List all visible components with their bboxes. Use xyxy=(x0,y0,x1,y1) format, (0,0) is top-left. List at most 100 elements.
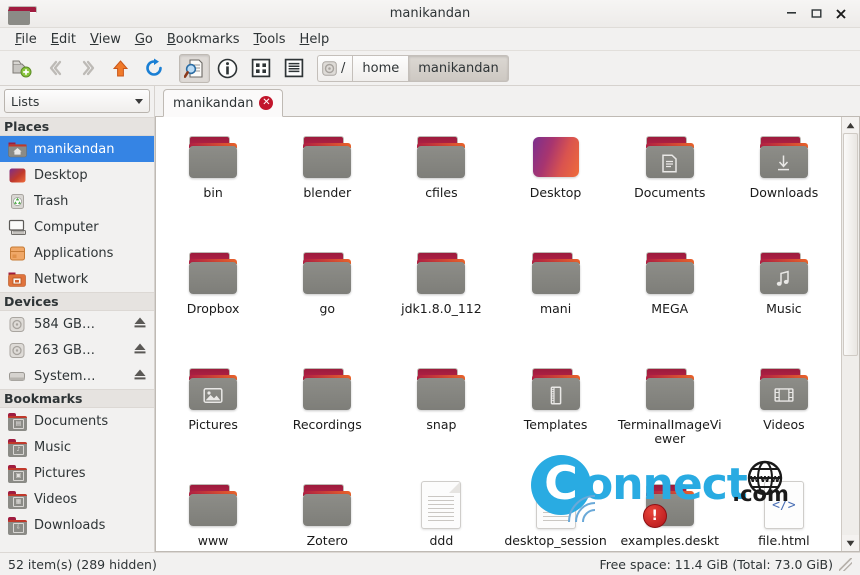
file-view-wrapper: bin blender cfiles Desktop Documents Dow… xyxy=(155,117,860,552)
icon-view-icon[interactable] xyxy=(245,54,276,83)
sidebar-item-computer[interactable]: Computer xyxy=(0,214,154,240)
title-bar: manikandan xyxy=(0,0,860,28)
sidebar-item-label: Pictures xyxy=(34,465,86,481)
scrollbar-track[interactable] xyxy=(842,133,859,535)
eject-icon[interactable] xyxy=(133,316,147,333)
resize-grip[interactable] xyxy=(839,557,852,571)
file-item[interactable]: go xyxy=(270,241,384,357)
sidebar-group-places: Places xyxy=(0,117,154,136)
reload-icon[interactable] xyxy=(138,54,169,83)
file-item[interactable]: </> file.html xyxy=(727,473,841,551)
sidebar-item-label: Applications xyxy=(34,245,114,261)
file-item[interactable]: Dropbox xyxy=(156,241,270,357)
info-icon[interactable] xyxy=(212,54,243,83)
file-item[interactable]: ! examples.desktop xyxy=(613,473,727,551)
file-item[interactable]: snap xyxy=(384,357,498,473)
music-folder-icon: ♪ xyxy=(8,438,27,457)
close-icon[interactable]: ✕ xyxy=(259,96,274,110)
folder-icon xyxy=(640,363,700,415)
folder-icon xyxy=(411,131,471,183)
menu-tools[interactable]: Tools xyxy=(247,30,293,49)
menu-bookmarks[interactable]: Bookmarks xyxy=(160,30,247,49)
file-item[interactable]: TerminalImageViewer xyxy=(613,357,727,473)
sidebar-item-downloads[interactable]: ⇩ Downloads xyxy=(0,512,154,538)
maximize-button[interactable] xyxy=(804,3,828,25)
sidebar-item-system[interactable]: System… xyxy=(0,363,154,389)
file-item[interactable]: bin xyxy=(156,125,270,241)
scroll-up-button[interactable] xyxy=(842,117,859,133)
sidebar-item-pictures[interactable]: ▣ Pictures xyxy=(0,460,154,486)
file-item[interactable]: Music xyxy=(727,241,841,357)
file-label: Zotero xyxy=(306,533,348,548)
folder-icon xyxy=(297,247,357,299)
sidebar-item-drive-584gb[interactable]: 584 GB… xyxy=(0,311,154,337)
minimize-button[interactable] xyxy=(779,0,803,28)
sidebar-item-label: Documents xyxy=(34,413,109,429)
close-button[interactable] xyxy=(829,3,853,25)
sidebar-item-drive-263gb[interactable]: 263 GB… xyxy=(0,337,154,363)
new-tab-icon[interactable] xyxy=(6,54,37,83)
back-icon[interactable] xyxy=(39,54,70,83)
sidebar-item-label: Videos xyxy=(34,491,78,507)
sidebar-item-label: Trash xyxy=(34,193,69,209)
path-button-manikandan[interactable]: manikandan xyxy=(408,54,509,82)
menu-file[interactable]: File xyxy=(8,30,44,49)
file-label: Desktop xyxy=(529,185,582,200)
eject-icon[interactable] xyxy=(133,342,147,359)
sidebar-mode-combo[interactable]: Lists xyxy=(4,89,150,113)
desktop-icon xyxy=(8,167,27,184)
sidebar-item-documents[interactable]: ▤ Documents xyxy=(0,408,154,434)
menu-view[interactable]: View xyxy=(83,30,128,49)
file-item[interactable]: Zotero xyxy=(270,473,384,551)
sidebar-item-manikandan[interactable]: manikandan xyxy=(0,136,154,162)
forward-icon[interactable] xyxy=(72,54,103,83)
folder-icon xyxy=(183,247,243,299)
file-item[interactable]: Downloads xyxy=(727,125,841,241)
file-item[interactable]: www xyxy=(156,473,270,551)
sidebar-item-network[interactable]: Network xyxy=(0,266,154,292)
file-item[interactable]: desktop_session xyxy=(498,473,612,551)
file-item[interactable]: Videos xyxy=(727,357,841,473)
file-item[interactable]: Pictures xyxy=(156,357,270,473)
sidebar-item-desktop[interactable]: Desktop xyxy=(0,162,154,188)
file-item[interactable]: ddd xyxy=(384,473,498,551)
sidebar-item-videos[interactable]: ▦ Videos xyxy=(0,486,154,512)
path-button-root[interactable]: / xyxy=(317,54,353,82)
icon-view[interactable]: bin blender cfiles Desktop Documents Dow… xyxy=(156,117,841,551)
menu-edit[interactable]: Edit xyxy=(44,30,83,49)
menu-go[interactable]: Go xyxy=(128,30,160,49)
file-item[interactable]: cfiles xyxy=(384,125,498,241)
up-icon[interactable] xyxy=(105,54,136,83)
tab-manikandan[interactable]: manikandan ✕ xyxy=(163,89,284,117)
file-item[interactable]: mani xyxy=(498,241,612,357)
file-label: Templates xyxy=(523,417,588,432)
sidebar-item-music[interactable]: ♪ Music xyxy=(0,434,154,460)
window-controls xyxy=(779,0,860,28)
scroll-down-button[interactable] xyxy=(842,535,859,551)
menu-help[interactable]: Help xyxy=(293,30,337,49)
pictures-folder-icon: ▣ xyxy=(8,464,27,483)
chevron-down-icon xyxy=(135,98,143,104)
home-folder-icon xyxy=(8,141,27,158)
sidebar-item-trash[interactable]: Trash xyxy=(0,188,154,214)
eject-icon[interactable] xyxy=(133,368,147,385)
vertical-scrollbar[interactable] xyxy=(841,117,859,551)
path-button-home[interactable]: home xyxy=(352,54,409,82)
file-item[interactable]: Recordings xyxy=(270,357,384,473)
sidebar-item-applications[interactable]: Applications xyxy=(0,240,154,266)
file-item[interactable]: Templates xyxy=(498,357,612,473)
file-item[interactable]: Documents xyxy=(613,125,727,241)
file-item[interactable]: jdk1.8.0_112 xyxy=(384,241,498,357)
find-icon[interactable] xyxy=(179,53,210,83)
film-emblem-icon xyxy=(774,385,794,405)
sidebar-item-label: 263 GB… xyxy=(34,342,95,358)
file-item[interactable]: Desktop xyxy=(498,125,612,241)
folder-error-icon: ! xyxy=(640,479,700,531)
folder-icon xyxy=(183,131,243,183)
file-item[interactable]: blender xyxy=(270,125,384,241)
list-view-icon[interactable] xyxy=(278,54,309,83)
html-file-icon: </> xyxy=(754,479,814,531)
error-emblem-icon: ! xyxy=(642,504,667,528)
scrollbar-thumb[interactable] xyxy=(843,133,858,357)
file-item[interactable]: MEGA xyxy=(613,241,727,357)
